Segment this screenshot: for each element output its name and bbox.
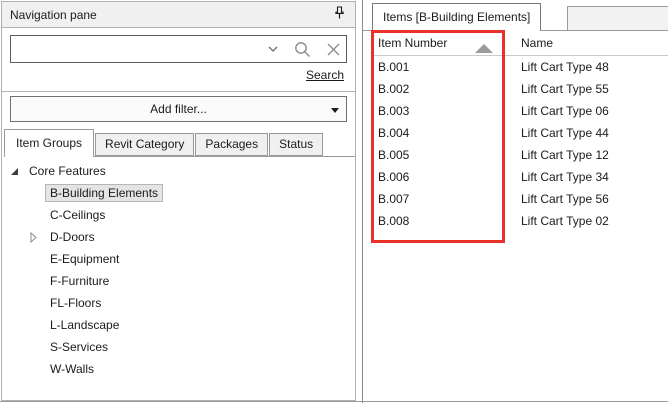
column-header-name[interactable]: Name <box>505 36 553 50</box>
search-input[interactable] <box>13 38 243 60</box>
search-icon[interactable] <box>294 41 311 58</box>
cell-item-number: B.001 <box>371 60 505 74</box>
tree-item-w-walls[interactable]: W-Walls <box>2 358 354 380</box>
tab-status[interactable]: Status <box>269 133 323 156</box>
table-row-b-007[interactable]: B.007Lift Cart Type 56 <box>371 188 668 210</box>
cell-name: Lift Cart Type 12 <box>505 148 609 162</box>
item-groups-tree: Core Features B-Building Elements C-Ceili… <box>2 160 354 400</box>
table-row-b-003[interactable]: B.003Lift Cart Type 06 <box>371 100 668 122</box>
cell-name: Lift Cart Type 34 <box>505 170 609 184</box>
tree-item-l-landscape[interactable]: L-Landscape <box>2 314 354 336</box>
tree-item-d-doors[interactable]: D-Doors <box>2 226 354 248</box>
navigation-pane: Navigation pane <box>1 1 356 401</box>
table-row-b-002[interactable]: B.002Lift Cart Type 55 <box>371 78 668 100</box>
tree-item-label: B-Building Elements <box>45 184 163 202</box>
tree-item-fl-floors[interactable]: FL-Floors <box>2 292 354 314</box>
tree-item-label: FL-Floors <box>45 294 106 312</box>
table-row-b-008[interactable]: B.008Lift Cart Type 02 <box>371 210 668 232</box>
tree-root-label: Core Features <box>29 164 106 178</box>
tree-item-e-equipment[interactable]: E-Equipment <box>2 248 354 270</box>
search-link[interactable]: Search <box>306 68 344 82</box>
table-row-b-006[interactable]: B.006Lift Cart Type 34 <box>371 166 668 188</box>
window-bottom-border <box>0 401 668 402</box>
sort-ascending-icon <box>475 44 493 53</box>
cell-name: Lift Cart Type 44 <box>505 126 609 140</box>
tree-item-label: C-Ceilings <box>45 206 110 224</box>
tree-item-label: D-Doors <box>45 228 100 246</box>
table-row-b-005[interactable]: B.005Lift Cart Type 12 <box>371 144 668 166</box>
add-filter-dropdown[interactable]: Add filter... <box>10 96 347 122</box>
cell-item-number: B.006 <box>371 170 505 184</box>
items-tab[interactable]: Items [B-Building Elements] <box>372 3 541 31</box>
tree-item-f-furniture[interactable]: F-Furniture <box>2 270 354 292</box>
cell-name: Lift Cart Type 02 <box>505 214 609 228</box>
tab-packages[interactable]: Packages <box>195 133 268 156</box>
cell-name: Lift Cart Type 48 <box>505 60 609 74</box>
clear-search-icon[interactable] <box>327 43 340 56</box>
table-row-b-004[interactable]: B.004Lift Cart Type 44 <box>371 122 668 144</box>
pin-icon <box>334 6 345 23</box>
expander-expanded-icon[interactable] <box>11 168 18 175</box>
cell-item-number: B.003 <box>371 104 505 118</box>
cell-name: Lift Cart Type 56 <box>505 192 609 206</box>
table-row-b-001[interactable]: B.001Lift Cart Type 48 <box>371 56 668 78</box>
tree-item-c-ceilings[interactable]: C-Ceilings <box>2 204 354 226</box>
tab-item-groups[interactable]: Item Groups <box>4 129 94 157</box>
tree-item-s-services[interactable]: S-Services <box>2 336 354 358</box>
expander-collapsed-icon[interactable] <box>30 232 37 246</box>
items-panel: Items [B-Building Elements] Item Number … <box>362 0 668 403</box>
left-tab-strip: Item GroupsRevit CategoryPackagesStatus <box>4 129 355 157</box>
cell-name: Lift Cart Type 55 <box>505 82 609 96</box>
tree-item-label: L-Landscape <box>45 316 124 334</box>
cell-item-number: B.008 <box>371 214 505 228</box>
cell-item-number: B.004 <box>371 126 505 140</box>
navigation-pane-header: Navigation pane <box>2 2 355 28</box>
partial-tab[interactable] <box>567 6 668 30</box>
tree-root-core-features[interactable]: Core Features <box>2 160 354 182</box>
items-table-header: Item Number Name <box>371 31 668 56</box>
tree-item-label: F-Furniture <box>45 272 114 290</box>
tab-revit-category[interactable]: Revit Category <box>95 133 194 156</box>
tree-item-label: S-Services <box>45 338 113 356</box>
add-filter-label: Add filter... <box>150 102 207 116</box>
tree-item-label: W-Walls <box>45 360 99 378</box>
items-table: Item Number Name B.001Lift Cart Type 48B… <box>371 31 668 232</box>
cell-name: Lift Cart Type 06 <box>505 104 609 118</box>
pin-button[interactable] <box>331 7 347 23</box>
tree-item-b-building-elements[interactable]: B-Building Elements <box>2 182 354 204</box>
search-history-chevron-icon[interactable] <box>268 46 278 52</box>
column-header-item-number[interactable]: Item Number <box>371 36 505 50</box>
cell-item-number: B.005 <box>371 148 505 162</box>
search-box[interactable] <box>10 35 347 63</box>
cell-item-number: B.002 <box>371 82 505 96</box>
left-panel-separator <box>2 91 355 92</box>
add-filter-caret-icon <box>331 108 339 113</box>
navigation-pane-title: Navigation pane <box>10 8 97 22</box>
cell-item-number: B.007 <box>371 192 505 206</box>
tree-item-label: E-Equipment <box>45 250 124 268</box>
